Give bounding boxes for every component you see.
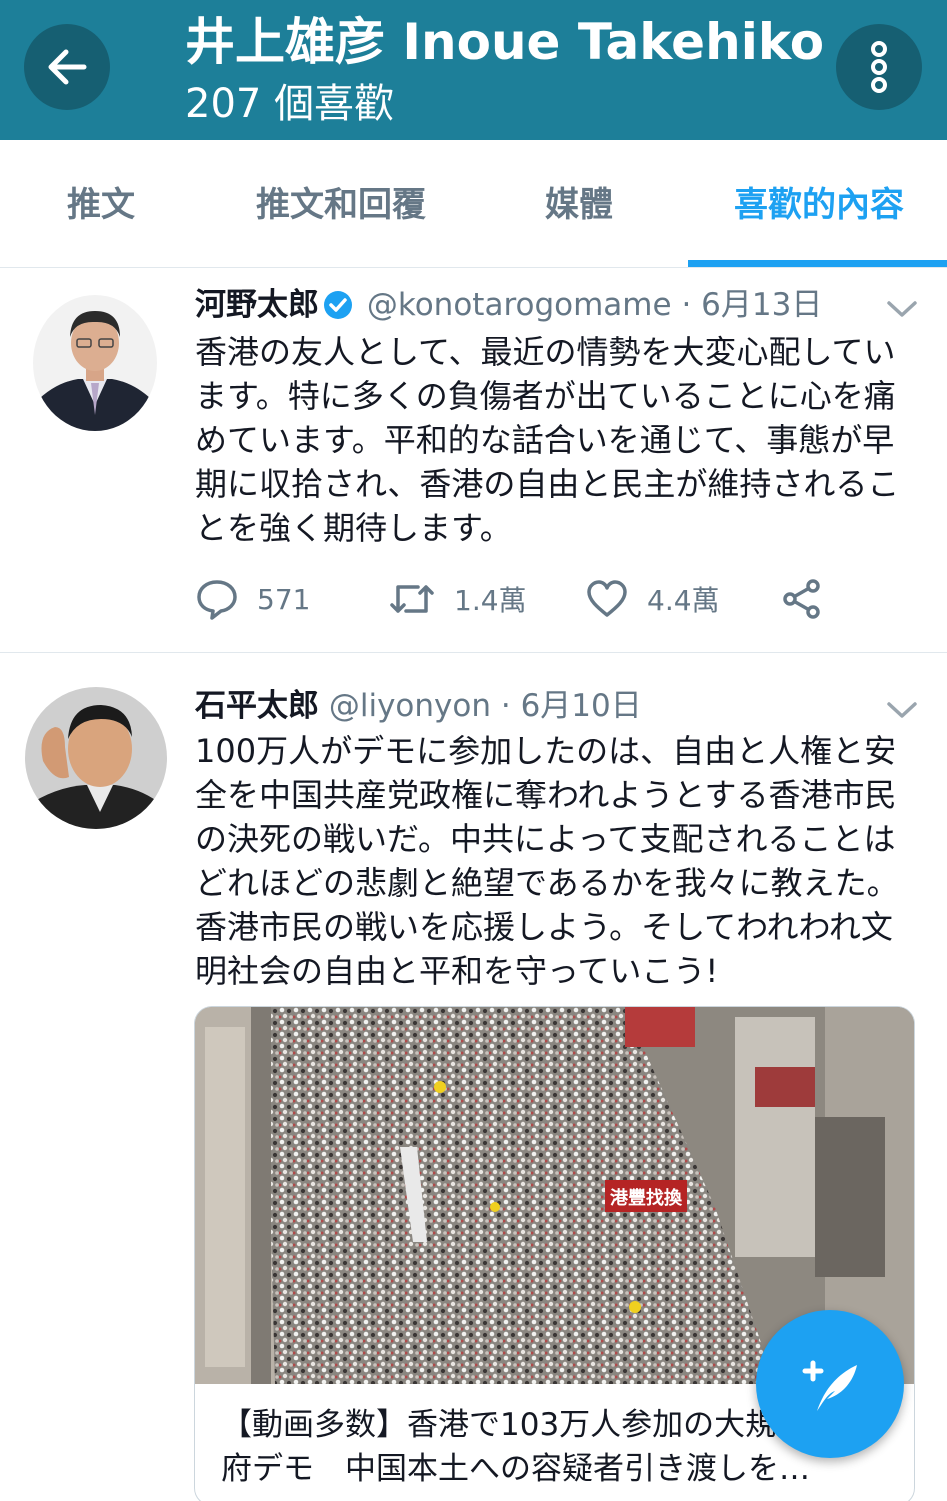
avatar[interactable] — [25, 687, 167, 829]
author-name[interactable]: 河野太郎 — [195, 287, 319, 323]
heart-icon — [587, 580, 627, 617]
tweet[interactable]: 河野太郎 @konotarogomame · 6月13日 香港の友人として、最近… — [0, 268, 947, 652]
more-options-button[interactable] — [836, 24, 922, 110]
author-handle[interactable]: @konotarogomame — [367, 287, 672, 323]
profile-title: 井上雄彦 Inoue Takehiko — [185, 13, 825, 71]
shop-sign-text: 港豐找換 — [610, 1187, 683, 1209]
chevron-down-icon[interactable] — [885, 699, 919, 721]
like-count: 4.4萬 — [647, 584, 720, 617]
back-button[interactable] — [24, 24, 110, 110]
retweet-button[interactable]: 1.4萬 — [388, 574, 527, 624]
author-handle[interactable]: @liyonyon — [329, 688, 491, 724]
reply-button[interactable]: 571 — [195, 574, 310, 624]
author-name[interactable]: 石平太郎 — [195, 688, 319, 724]
tweet-date: · 6月13日 — [681, 287, 823, 323]
profile-header: 井上雄彦 Inoue Takehiko 207 個喜歡 — [0, 0, 947, 140]
share-button[interactable] — [780, 574, 824, 624]
tweet-header: 河野太郎 @konotarogomame · 6月13日 — [195, 284, 822, 326]
like-button[interactable]: 4.4萬 — [585, 574, 720, 624]
chevron-down-icon[interactable] — [885, 298, 919, 320]
tab-tweets-replies[interactable]: 推文和回覆 — [256, 180, 426, 230]
tweet-date: · 6月10日 — [500, 688, 642, 724]
tweet-header: 石平太郎 @liyonyon · 6月10日 — [195, 685, 642, 727]
avatar[interactable] — [33, 295, 157, 431]
tweet-text: 100万人がデモに参加したのは、自由と人権と安全を中国共産党政権に奪われようとす… — [195, 732, 899, 990]
verified-badge-icon — [324, 291, 352, 319]
retweet-icon — [390, 585, 434, 613]
tab-tweets[interactable]: 推文 — [67, 180, 135, 230]
tweet-actions: 571 1.4萬 4.4萬 — [195, 574, 895, 624]
compose-tweet-button[interactable] — [756, 1310, 904, 1458]
share-icon — [783, 579, 820, 619]
reply-count: 571 — [257, 582, 311, 616]
tweet-text: 香港の友人として、最近の情勢を大変心配しています。特に多くの負傷者が出ていること… — [195, 333, 900, 547]
more-vertical-icon — [871, 41, 887, 93]
retweet-count: 1.4萬 — [454, 584, 527, 617]
arrow-left-icon — [48, 49, 87, 85]
profile-tabs: 推文 推文和回覆 媒體 喜歡的內容 — [0, 140, 947, 268]
active-tab-indicator — [688, 260, 947, 267]
tab-media[interactable]: 媒體 — [545, 180, 613, 230]
likes-count: 207 個喜歡 — [185, 81, 395, 127]
compose-feather-icon — [802, 1360, 857, 1411]
tab-likes[interactable]: 喜歡的內容 — [734, 180, 904, 230]
reply-icon — [197, 580, 237, 620]
